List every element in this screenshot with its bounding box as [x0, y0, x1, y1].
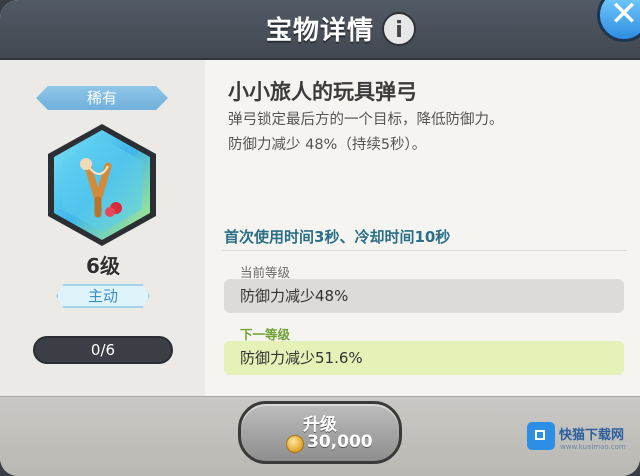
treasure-detail-modal: 宝物详情 i 稀有 6级 主动 0/6 小小旅人的玩具弹弓 弹弓锁定最后方的一个…: [0, 0, 640, 476]
item-level: 6级: [86, 254, 120, 278]
item-description-line2: 防御力减少 48%（持续5秒）。: [228, 137, 427, 153]
upgrade-button[interactable]: 升级 30,000: [238, 401, 402, 464]
slingshot-treasure-icon: [44, 122, 160, 248]
coin-icon: [286, 435, 304, 453]
item-description-line1: 弹弓锁定最后方的一个目标，降低防御力。: [228, 112, 504, 128]
watermark-url: www.kuaimao.com: [560, 443, 626, 451]
upgrade-price: 30,000: [307, 432, 373, 452]
page-title: 宝物详情: [265, 16, 374, 46]
info-icon[interactable]: i: [382, 12, 416, 46]
site-watermark: 快猫下载网 www.kuaimao.com: [527, 419, 635, 459]
watermark-name: 快猫下载网: [559, 428, 625, 443]
item-name: 小小旅人的玩具弹弓: [228, 80, 417, 104]
rarity-badge: 稀有: [36, 86, 168, 110]
section-divider: [222, 250, 627, 251]
next-level-effect: 防御力减少51.6%: [224, 341, 624, 375]
current-level-effect: 防御力减少48%: [224, 279, 624, 313]
shard-progress: 0/6: [33, 336, 173, 364]
modal-header: 宝物详情 i: [0, 0, 640, 60]
cooldown-text: 首次使用时间3秒、冷却时间10秒: [224, 228, 451, 246]
watermark-logo-icon: [527, 422, 555, 450]
skill-type-badge: 主动: [56, 284, 150, 308]
